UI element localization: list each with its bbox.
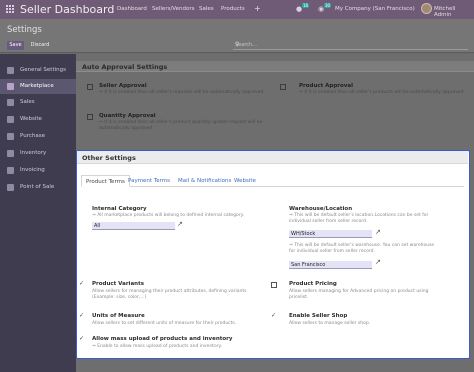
product-approval-desc: ⇒ If it is enabled then all seller's pro… [299,90,465,95]
sidebar-item-label: Point of Sale [20,184,55,190]
quantity-approval-desc-2: automatically approved. [99,126,154,131]
menu-dashboard[interactable]: Dashboard [117,6,147,12]
mass-upload-label: Allow mass upload of products and invent… [92,336,233,342]
mass-upload-checkbox[interactable]: ✓ [79,335,84,342]
warehouse-field[interactable]: San Francisco [289,261,372,269]
seller-approval-checkbox[interactable] [87,84,93,90]
product-approval-checkbox[interactable] [280,84,286,90]
discard-button[interactable]: Discard [28,41,52,50]
product-pricing-checkbox[interactable] [271,282,277,288]
mass-upload-help: ⇒ Enable to allow mass upload of product… [92,344,222,349]
top-navbar: Seller Dashboard Dashboard Sellers/Vendo… [0,0,474,19]
add-menu-icon[interactable]: + [254,4,261,13]
warehouse-location-label: Warehouse/Location [289,206,353,212]
product-variants-help-2: (Example: size, color,...) [92,295,147,300]
seller-approval-label: Seller Approval [99,83,147,89]
tab-website[interactable]: Website [234,178,256,184]
enable-seller-shop-checkbox[interactable]: ✓ [271,312,276,319]
sidebar-item-sales[interactable]: Sales [0,95,76,110]
warehouse-help-2: for individual seller from seller record… [289,249,375,254]
external-link-icon[interactable]: ↗ [177,220,183,228]
product-variants-label: Product Variants [92,281,144,287]
sidebar-item-invoicing[interactable]: Invoicing [0,163,76,178]
units-of-measure-label: Units of Measure [92,313,145,319]
product-pricing-help-2: pricelist. [289,295,309,300]
tab-payment-terms[interactable]: Payment Terms [128,178,170,184]
other-settings-panel: Other Settings Product Terms Payment Ter… [76,150,470,359]
sidebar-item-label: General Settings [20,67,66,73]
website-icon [7,116,14,123]
avatar[interactable] [421,3,432,14]
external-link-icon[interactable]: ↗ [375,258,381,266]
units-of-measure-help: Allow sellers to set different units of … [92,321,237,326]
units-of-measure-checkbox[interactable]: ✓ [79,312,84,319]
save-button[interactable]: Save [7,41,24,50]
sidebar-item-general-settings[interactable]: General Settings [0,63,76,78]
sidebar-item-label: Inventory [20,150,47,156]
settings-icon [7,67,14,74]
marketplace-icon [7,83,14,90]
sidebar-item-marketplace[interactable]: Marketplace [0,79,76,94]
user-menu[interactable]: Mitchell Admin [434,6,474,18]
app-title[interactable]: Seller Dashboard [20,3,114,16]
breadcrumb: Settings [7,25,42,35]
menu-products[interactable]: Products [221,6,245,12]
sidebar-item-label: Purchase [20,133,45,139]
control-panel: Settings Save Discard Search... ⚲ [0,19,474,53]
menu-sellers-vendors[interactable]: Sellers/Vendors [152,6,194,12]
tab-mail-notifications[interactable]: Mail & Notifications [178,178,231,184]
quantity-approval-checkbox[interactable] [87,114,93,120]
sidebar-item-label: Marketplace [20,83,54,89]
app-grid-icon[interactable] [6,5,14,13]
auto-approval-header: Auto Approval Settings [76,61,474,72]
product-pricing-label: Product Pricing [289,281,337,287]
settings-sidebar: General Settings Marketplace Sales Websi… [0,54,76,372]
tab-product-terms[interactable]: Product Terms [81,175,130,187]
internal-category-label: Internal Category [92,206,147,212]
sidebar-item-label: Sales [20,99,35,105]
menu-sales[interactable]: Sales [199,6,214,12]
sidebar-item-purchase[interactable]: Purchase [0,129,76,144]
quantity-approval-label: Quantity Approval [99,113,156,119]
product-approval-label: Product Approval [299,83,353,89]
internal-category-field[interactable]: All [92,222,175,230]
activity-badge: 30 [324,3,332,8]
internal-category-help: ⇒ All marketplace products will belong t… [92,213,245,218]
product-pricing-help-1: Allow sellers managing for Advanced pric… [289,289,429,294]
sidebar-item-label: Invoicing [20,167,45,173]
search-input[interactable]: Search... ⚲ [233,41,468,50]
location-help-2: individual seller from seller record. [289,219,368,224]
section-title: Auto Approval Settings [82,63,168,71]
sidebar-item-inventory[interactable]: Inventory [0,146,76,161]
sidebar-item-point-of-sale[interactable]: Point of Sale [0,180,76,195]
enable-seller-shop-help: Allow sellers to manage seller shop. [289,321,371,326]
purchase-icon [7,133,14,140]
other-settings-header: Other Settings [77,151,468,164]
invoicing-icon [7,167,14,174]
sales-icon [7,99,14,106]
section-title: Other Settings [82,154,136,162]
other-settings-tabs: Product Terms Payment Terms Mail & Notif… [81,175,464,187]
seller-approval-desc: ⇒ If it is enabled then all seller's req… [99,90,265,95]
sidebar-item-website[interactable]: Website [0,112,76,127]
enable-seller-shop-label: Enable Seller Shop [289,313,348,319]
sidebar-item-label: Website [20,116,42,122]
pos-icon [7,184,14,191]
chat-badge: 16 [302,3,310,8]
warehouse-location-field[interactable]: WH/Stock [289,230,372,238]
company-switcher[interactable]: My Company (San Francisco) [335,6,415,12]
search-icon[interactable]: ⚲ [235,41,467,48]
external-link-icon[interactable]: ↗ [375,228,381,236]
inventory-icon [7,150,14,157]
product-variants-checkbox[interactable]: ✓ [79,280,84,287]
